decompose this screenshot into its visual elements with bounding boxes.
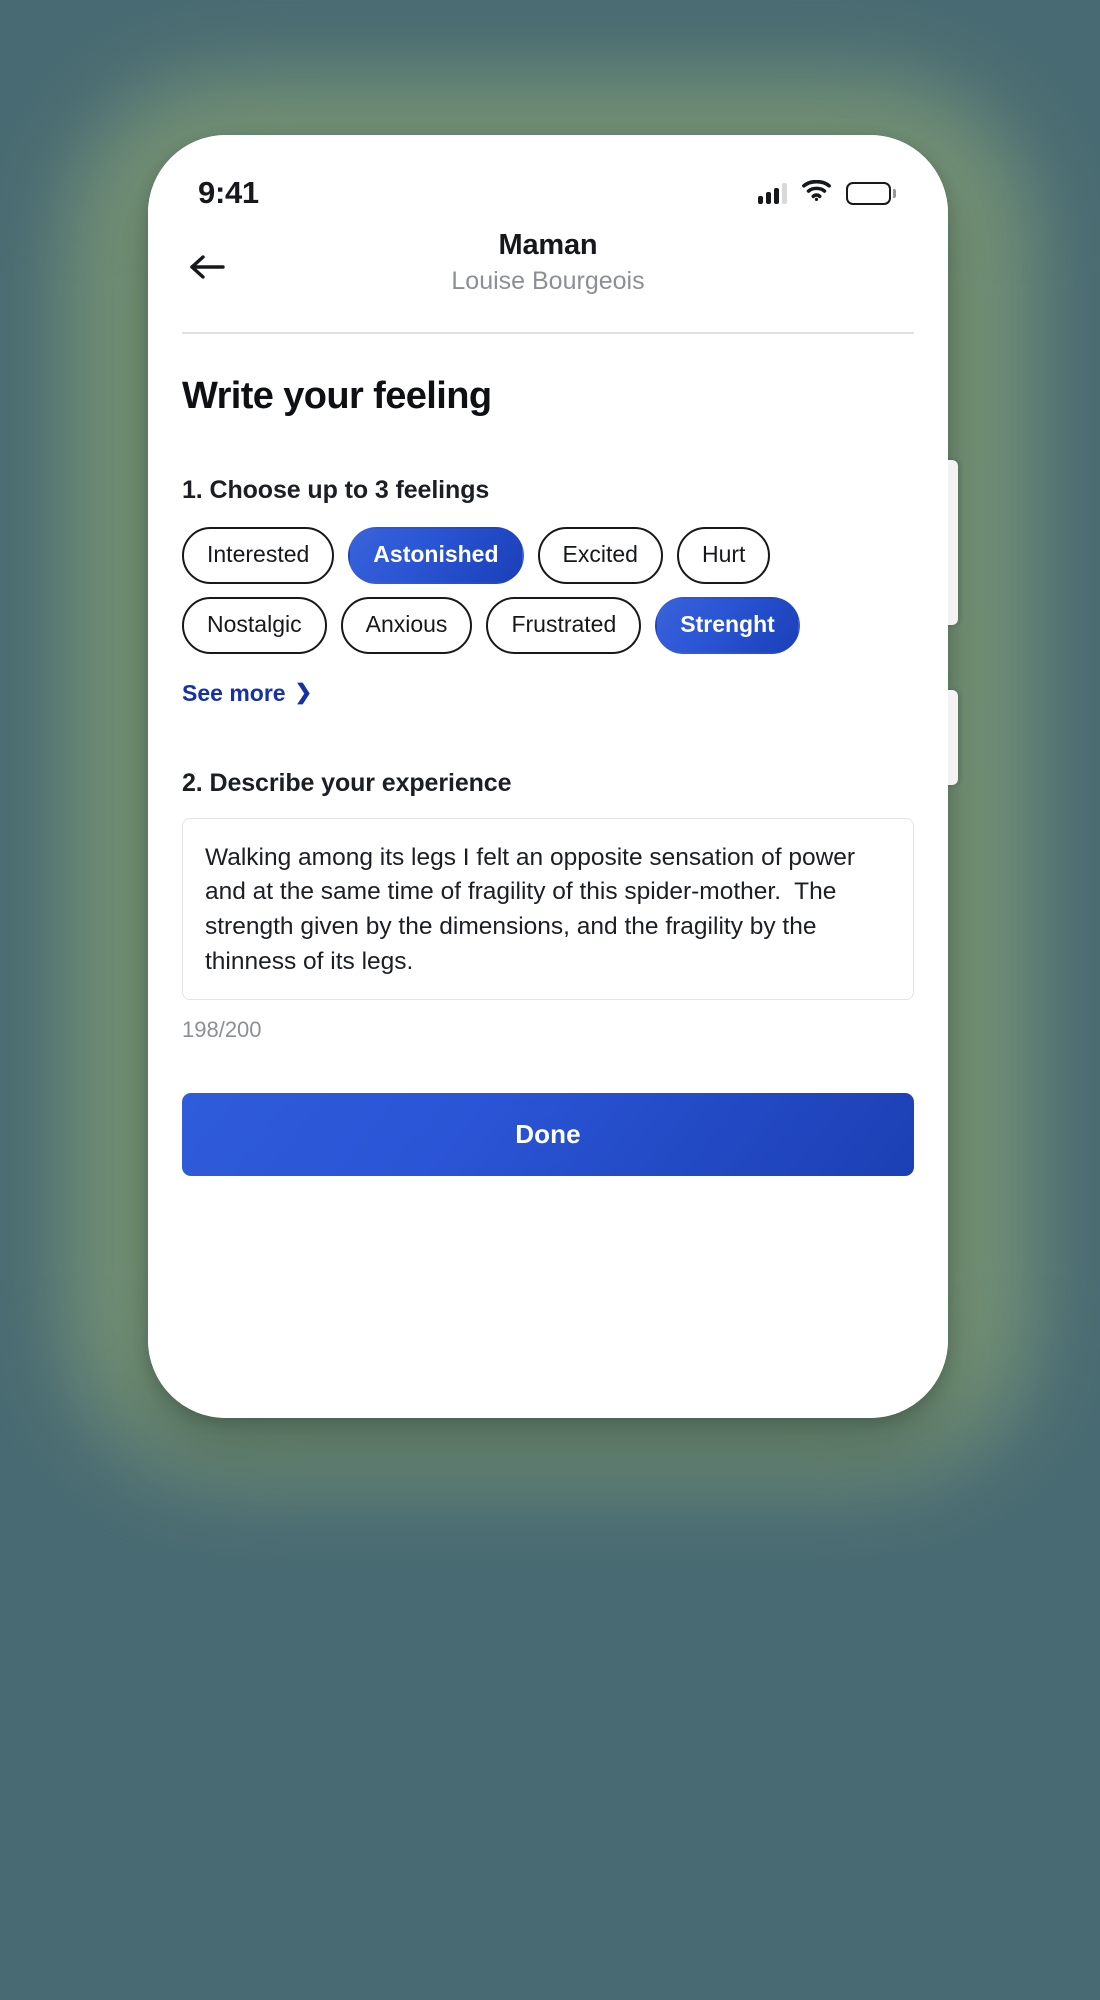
- see-more-link[interactable]: See more ❯: [182, 680, 312, 707]
- nav-header: Maman Louise Bourgeois: [148, 227, 948, 309]
- nav-titles: Maman Louise Bourgeois: [188, 227, 908, 299]
- feeling-chip-hurt[interactable]: Hurt: [676, 526, 771, 584]
- status-bar: 9:41: [148, 165, 948, 221]
- feeling-chip-interested[interactable]: Interested: [182, 526, 335, 584]
- feeling-chip-strenght[interactable]: Strenght: [655, 596, 800, 654]
- status-bar-time: 9:41: [198, 175, 259, 210]
- feeling-chip-frustrated[interactable]: Frustrated: [486, 596, 642, 654]
- arrow-left-icon: [187, 252, 227, 287]
- phone-screen: 9:41 Maman Louise Bourgeois Write your f…: [148, 135, 948, 1418]
- page-subtitle-artist: Louise Bourgeois: [451, 267, 645, 296]
- signal-bars-icon: [758, 182, 787, 204]
- back-button[interactable]: [184, 249, 230, 289]
- phone-mockup-frame: 9:41 Maman Louise Bourgeois Write your f…: [148, 135, 958, 1418]
- see-more-label: See more: [182, 679, 286, 706]
- feelings-section-heading: 1. Choose up to 3 feelings: [182, 475, 490, 504]
- page-title-artwork: Maman: [498, 229, 598, 261]
- character-counter: 198/200: [182, 1016, 262, 1042]
- feeling-chip-excited[interactable]: Excited: [537, 526, 663, 584]
- experience-section-heading: 2. Describe your experience: [182, 768, 512, 797]
- feeling-chip-astonished[interactable]: Astonished: [348, 526, 524, 584]
- feeling-chip-anxious[interactable]: Anxious: [340, 596, 473, 654]
- main-content: Write your feeling 1. Choose up to 3 fee…: [148, 332, 948, 1418]
- status-bar-icons: [758, 179, 896, 206]
- feelings-chip-group: Interested Astonished Excited Hurt Nosta…: [182, 526, 802, 654]
- done-button[interactable]: Done: [182, 1092, 914, 1176]
- page-title: Write your feeling: [182, 375, 492, 417]
- feelings-section: 1. Choose up to 3 feelings Interested As…: [182, 476, 914, 707]
- battery-full-icon: [846, 181, 896, 205]
- experience-textarea[interactable]: [182, 817, 914, 1000]
- wifi-icon: [802, 179, 831, 206]
- experience-section: 2. Describe your experience 198/200 Done: [182, 769, 914, 1176]
- chevron-right-icon: ❯: [294, 680, 313, 704]
- feeling-chip-nostalgic[interactable]: Nostalgic: [182, 596, 327, 654]
